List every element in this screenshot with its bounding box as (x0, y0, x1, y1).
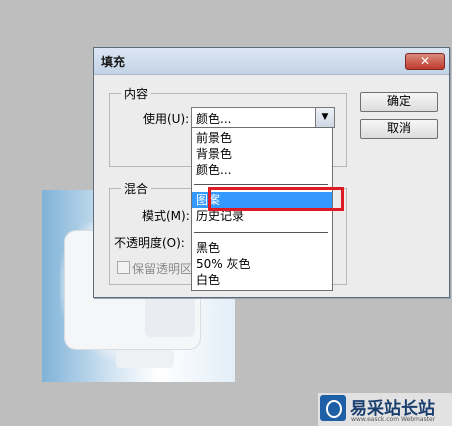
dropdown-item-gray[interactable]: 50% 灰色 (192, 256, 332, 272)
dropdown-separator (194, 232, 328, 233)
cancel-button[interactable]: 取消 (360, 119, 438, 139)
logo-icon (320, 395, 346, 421)
watermark: 易采站长站 www.easck.com Webmaster (318, 393, 452, 426)
dropdown-item-white[interactable]: 白色 (192, 272, 332, 288)
dropdown-item-black[interactable]: 黑色 (192, 240, 332, 256)
close-icon: ✕ (419, 54, 431, 68)
dropdown-item-foreground[interactable]: 前景色 (192, 130, 332, 146)
opacity-label: 不透明度(O): (114, 236, 185, 250)
mode-label: 模式(M): (142, 209, 190, 223)
preserve-transparency-checkbox[interactable] (117, 261, 130, 274)
box-foot (116, 350, 174, 368)
content-group-title: 内容 (121, 85, 152, 102)
use-select[interactable]: 颜色... ▼ (191, 107, 335, 128)
dropdown-item-color[interactable]: 颜色... (192, 162, 332, 178)
dropdown-item-background[interactable]: 背景色 (192, 146, 332, 162)
preserve-transparency-label: 保留透明区 (132, 262, 193, 276)
dropdown-separator (194, 184, 328, 185)
dialog-titlebar[interactable]: 填充 ✕ (94, 48, 449, 75)
close-button[interactable]: ✕ (405, 53, 445, 70)
blend-group-title: 混合 (121, 180, 152, 197)
watermark-sub: www.easck.com Webmaster (351, 416, 436, 423)
use-select-value: 颜色... (196, 112, 232, 126)
dialog-title: 填充 (101, 55, 126, 69)
ok-button[interactable]: 确定 (360, 92, 438, 112)
use-label: 使用(U): (143, 112, 190, 126)
chevron-down-icon[interactable]: ▼ (315, 108, 334, 127)
highlight-annotation (208, 187, 344, 211)
